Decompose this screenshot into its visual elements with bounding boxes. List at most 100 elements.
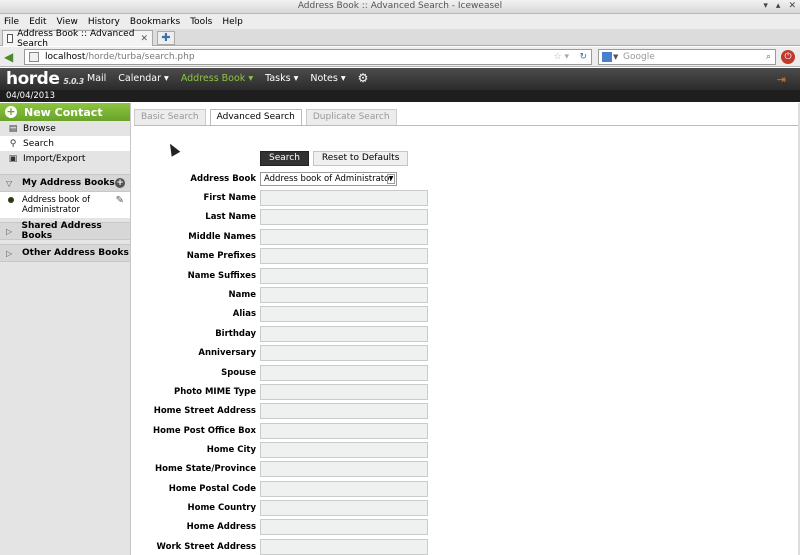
work-street-address-input[interactable]	[260, 539, 428, 555]
menu-calendar[interactable]: Calendar ▾	[118, 73, 169, 84]
sidebar: + New Contact ▤ Browse ⚲ Search ▣ Import…	[0, 103, 131, 555]
field-label: Home Postal Code	[168, 484, 256, 494]
search-button[interactable]: Search	[260, 151, 309, 166]
menu-edit[interactable]: Edit	[29, 17, 46, 27]
field-row: Spouse	[134, 365, 434, 381]
new-contact-button[interactable]: + New Contact	[0, 103, 130, 121]
chevron-right-icon[interactable]: ▷	[6, 249, 16, 258]
field-row: Name	[134, 287, 434, 303]
window-titlebar: Address Book :: Advanced Search - Icewea…	[0, 0, 800, 14]
menu-help[interactable]: Help	[222, 17, 243, 27]
close-tab-icon[interactable]: ✕	[140, 34, 148, 44]
minimize-button[interactable]: ▾	[763, 1, 768, 11]
middle-names-input[interactable]	[260, 229, 428, 245]
search-icon: ⚲	[9, 138, 17, 149]
birthday-input[interactable]	[260, 326, 428, 342]
spouse-input[interactable]	[260, 365, 428, 381]
section-my-address-books[interactable]: ▽ My Address Books +	[0, 174, 130, 192]
logout-icon[interactable]: ⇥	[777, 73, 786, 86]
alias-input[interactable]	[260, 306, 428, 322]
menu-bookmarks[interactable]: Bookmarks	[130, 17, 180, 27]
address-book-item[interactable]: Address book of Administrator ✎	[0, 192, 130, 218]
back-arrow-icon[interactable]: ◀	[4, 50, 18, 64]
page-favicon-icon	[7, 34, 14, 43]
web-search-input[interactable]: ▼ Google ⌕	[598, 49, 776, 65]
chevron-right-icon[interactable]: ▷	[6, 227, 16, 236]
bookmark-star-icon[interactable]: ☆ ▾	[554, 50, 569, 64]
menu-tasks[interactable]: Tasks ▾	[265, 73, 298, 84]
search-engine-icon[interactable]	[602, 52, 612, 62]
field-row: Name Suffixes	[134, 268, 434, 284]
main-content: Basic Search Advanced Search Duplicate S…	[134, 107, 798, 555]
field-row: Anniversary	[134, 345, 434, 361]
home-state-province-input[interactable]	[260, 461, 428, 477]
chevron-down-icon[interactable]: ▼	[613, 50, 618, 64]
home-country-input[interactable]	[260, 500, 428, 516]
photo-mime-type-input[interactable]	[260, 384, 428, 400]
last-name-input[interactable]	[260, 209, 428, 225]
add-address-book-icon[interactable]: +	[115, 178, 125, 188]
maximize-button[interactable]: ▴	[776, 1, 781, 11]
logo-text: horde	[6, 69, 60, 89]
sidebar-item-import-export[interactable]: ▣ Import/Export	[0, 151, 130, 166]
field-row: Home Post Office Box	[134, 423, 434, 439]
horde-logo[interactable]: horde 5.0.3	[6, 69, 84, 89]
gear-icon[interactable]: ⚙	[358, 72, 369, 84]
field-row: Home State/Province	[134, 461, 434, 477]
menu-notes[interactable]: Notes ▾	[310, 73, 345, 84]
sidebar-item-search[interactable]: ⚲ Search	[0, 136, 130, 151]
menu-address-book[interactable]: Address Book ▾	[181, 73, 253, 84]
home-address-input[interactable]	[260, 519, 428, 535]
field-row: Alias	[134, 306, 434, 322]
reset-defaults-button[interactable]: Reset to Defaults	[312, 151, 409, 166]
url-bar[interactable]: localhost/horde/turba/search.php ☆ ▾ ↻	[24, 49, 592, 65]
browser-tab[interactable]: Address Book :: Advanced Search ✕	[2, 29, 153, 49]
new-tab-button[interactable]: ✚	[157, 31, 175, 45]
field-label: Home Street Address	[153, 406, 256, 416]
address-book-name: Address book of Administrator	[22, 195, 90, 215]
tab-duplicate-search[interactable]: Duplicate Search	[305, 109, 397, 125]
navigation-bar: ◀ localhost/horde/turba/search.php ☆ ▾ ↻…	[0, 47, 800, 67]
home-street-address-input[interactable]	[260, 403, 428, 419]
field-label: Work Street Address	[156, 542, 256, 552]
menu-mail[interactable]: Mail	[87, 73, 106, 84]
reload-icon[interactable]: ↻	[579, 50, 587, 64]
section-shared-address-books[interactable]: ▷ Shared Address Books	[0, 221, 130, 241]
field-row: Name Prefixes	[134, 248, 434, 264]
pencil-icon[interactable]: ✎	[116, 195, 124, 206]
address-book-color-icon	[8, 197, 14, 203]
name-suffixes-input[interactable]	[260, 268, 428, 284]
magnifier-icon[interactable]: ⌕	[766, 50, 771, 64]
name-input[interactable]	[260, 287, 428, 303]
home-city-input[interactable]	[260, 442, 428, 458]
close-window-button[interactable]: ✕	[788, 1, 796, 11]
field-label: Spouse	[221, 368, 256, 378]
version-label: 5.0.3	[63, 77, 84, 86]
menu-history[interactable]: History	[88, 17, 120, 27]
address-book-name-line2: Administrator	[22, 205, 80, 215]
tab-basic-search[interactable]: Basic Search	[134, 109, 206, 125]
anniversary-input[interactable]	[260, 345, 428, 361]
address-book-select[interactable]: Address book of Administrator ▼	[260, 172, 397, 186]
import-export-icon: ▣	[8, 153, 18, 164]
home-post-office-box-input[interactable]	[260, 423, 428, 439]
tab-advanced-search[interactable]: Advanced Search	[209, 109, 302, 126]
address-book-row: Address Book Address book of Administrat…	[134, 171, 434, 187]
site-identity-icon[interactable]	[29, 52, 39, 62]
window-title: Address Book :: Advanced Search - Icewea…	[297, 1, 503, 11]
chevron-down-icon[interactable]: ▽	[6, 179, 16, 188]
field-label: Home Country	[187, 503, 256, 513]
name-prefixes-input[interactable]	[260, 248, 428, 264]
home-postal-code-input[interactable]	[260, 481, 428, 497]
menu-tools[interactable]: Tools	[190, 17, 212, 27]
menu-view[interactable]: View	[57, 17, 78, 27]
field-row: Birthday	[134, 326, 434, 342]
power-icon[interactable]: ⏻	[781, 50, 795, 64]
tab-strip: Address Book :: Advanced Search ✕ ✚	[0, 29, 800, 49]
section-other-address-books[interactable]: ▷ Other Address Books	[0, 244, 130, 262]
sidebar-item-browse[interactable]: ▤ Browse	[0, 121, 130, 136]
field-label: Birthday	[215, 329, 256, 339]
field-label: Anniversary	[198, 348, 256, 358]
first-name-input[interactable]	[260, 190, 428, 206]
menu-file[interactable]: File	[4, 17, 19, 27]
